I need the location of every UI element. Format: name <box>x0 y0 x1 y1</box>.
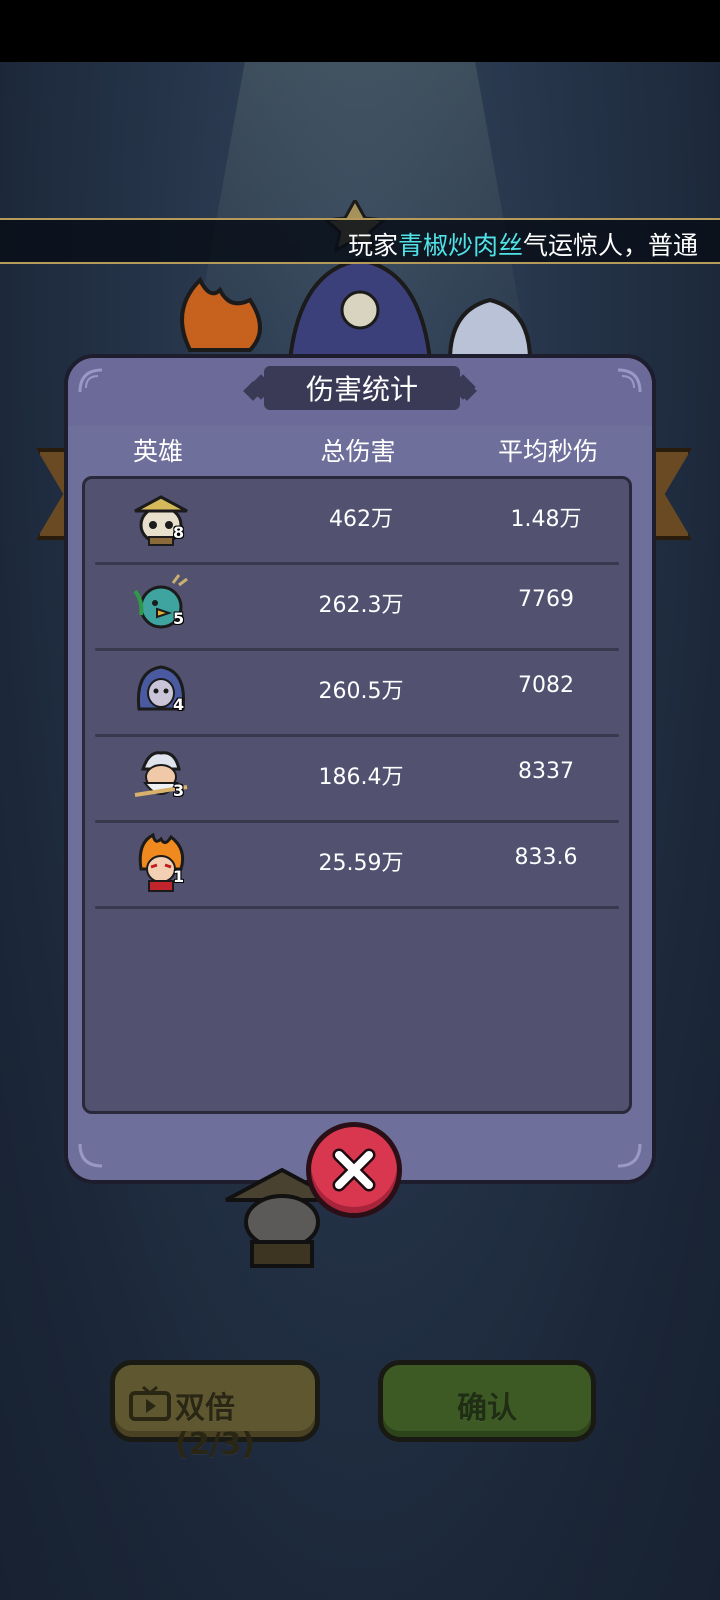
avg-dps-cell: 7769 <box>518 587 574 612</box>
ticker-player-name: 青椒炒肉丝 <box>397 231 523 260</box>
total-damage-cell: 186.4万 <box>318 765 404 790</box>
close-icon <box>332 1148 376 1192</box>
title-plate: 伤害统计 <box>264 366 460 410</box>
column-hero-header: 英雄 <box>132 437 183 466</box>
table-row: 5 262.3万 7769 <box>85 565 629 651</box>
damage-stats-dialog: 伤害统计 英雄 总伤害 平均秒伤 8 462万 1.48万 5 262.3万 7… <box>64 354 656 1184</box>
corner-ornament-icon <box>617 1143 642 1168</box>
hero-level: 5 <box>173 609 185 628</box>
status-bar <box>0 0 720 62</box>
corner-ornament-icon <box>617 368 642 393</box>
ticker-suffix: 气运惊人，普通 <box>522 231 698 260</box>
avg-dps-cell: 1.48万 <box>510 507 582 532</box>
total-damage-cell: 462万 <box>329 507 393 532</box>
table-row: 3 186.4万 8337 <box>85 737 629 823</box>
column-total-damage-header: 总伤害 <box>320 437 396 466</box>
double-reward-button[interactable]: 双倍(2/3) <box>110 1360 320 1462</box>
close-button[interactable] <box>306 1122 402 1218</box>
confirm-label: 确认 <box>457 1391 517 1426</box>
avg-dps-cell: 833.6 <box>514 845 578 870</box>
tv-video-icon <box>129 1385 171 1421</box>
row-divider <box>95 906 619 909</box>
table-row: 1 25.59万 833.6 <box>85 823 629 909</box>
ticker-prefix: 玩家 <box>347 231 398 260</box>
hero-level: 4 <box>173 695 185 714</box>
total-damage-cell: 25.59万 <box>318 851 404 876</box>
confirm-button[interactable]: 确认 <box>378 1360 596 1442</box>
double-reward-label: 双倍(2/3) <box>175 1391 256 1462</box>
hero-level: 3 <box>173 781 185 800</box>
announcement-ticker: 玩家青椒炒肉丝气运惊人，普通 <box>0 218 720 264</box>
avg-dps-cell: 8337 <box>518 759 574 784</box>
hero-level: 1 <box>173 867 185 886</box>
table-row: 4 260.5万 7082 <box>85 651 629 737</box>
table-header: 英雄 总伤害 平均秒伤 <box>68 426 652 472</box>
ticker-text: 玩家青椒炒肉丝气运惊人，普通 <box>348 226 698 262</box>
dialog-header: 伤害统计 <box>68 358 652 428</box>
dialog-title: 伤害统计 <box>305 373 418 406</box>
damage-table: 8 462万 1.48万 5 262.3万 7769 4 260.5万 7082… <box>82 476 632 1114</box>
total-damage-cell: 262.3万 <box>318 593 404 618</box>
avg-dps-cell: 7082 <box>518 673 574 698</box>
table-row: 8 462万 1.48万 <box>85 479 629 565</box>
corner-ornament-icon <box>78 368 103 393</box>
total-damage-cell: 260.5万 <box>318 679 404 704</box>
hero-level: 8 <box>173 523 185 542</box>
corner-ornament-icon <box>78 1143 103 1168</box>
column-avg-dps-header: 平均秒伤 <box>497 437 598 466</box>
